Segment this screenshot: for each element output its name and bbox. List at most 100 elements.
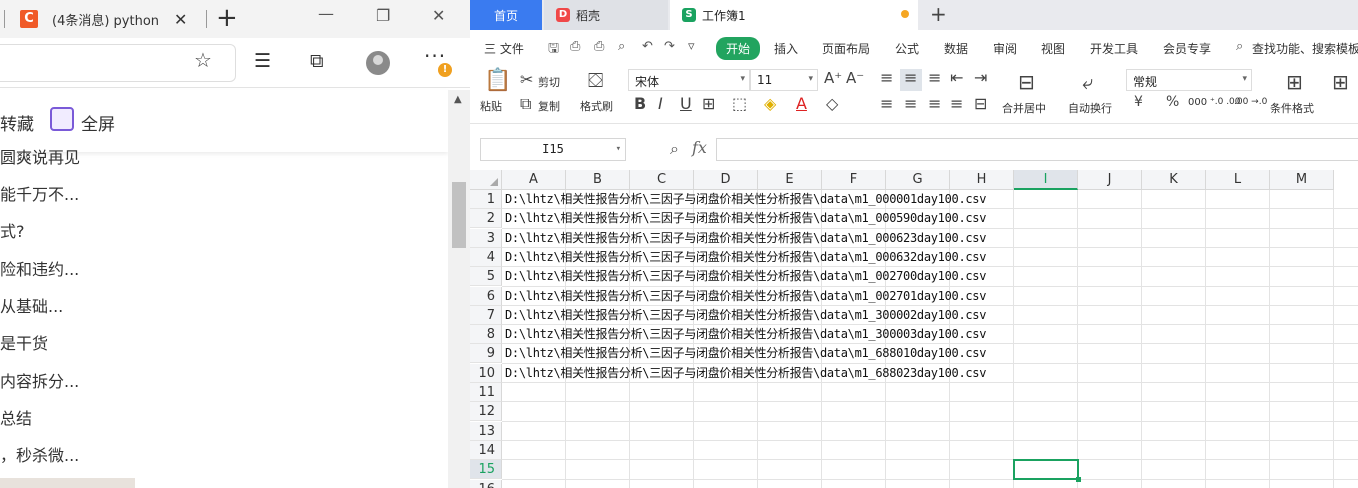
row-header-1[interactable]: 1 bbox=[470, 190, 502, 209]
new-tab-button[interactable]: + bbox=[216, 4, 238, 32]
feature-search-input[interactable]: 查找功能、搜索模板 bbox=[1252, 40, 1358, 57]
grow-font-button[interactable]: A⁺ bbox=[824, 69, 842, 87]
thousands-button[interactable]: 000 bbox=[1188, 97, 1207, 108]
cell-a7[interactable]: D:\lhtz\相关性报告分析\三因子与闭盘价相关性分析报告\data\m1_3… bbox=[505, 306, 986, 325]
formula-input[interactable] bbox=[716, 138, 1358, 161]
fullscreen-label[interactable]: 全屏 bbox=[81, 110, 115, 135]
column-header-m[interactable]: M bbox=[1270, 170, 1334, 190]
align-left-icon[interactable]: ≡ bbox=[880, 94, 893, 113]
cell-a2[interactable]: D:\lhtz\相关性报告分析\三因子与闭盘价相关性分析报告\data\m1_0… bbox=[505, 209, 986, 228]
tab-home[interactable]: 首页 bbox=[470, 0, 542, 30]
favorites-icon[interactable]: ☰ bbox=[254, 50, 271, 72]
row-header-4[interactable]: 4 bbox=[470, 247, 502, 267]
cut-icon[interactable]: ✂ bbox=[520, 70, 533, 89]
scroll-up-icon[interactable]: ▲ bbox=[454, 94, 462, 105]
decrease-decimal-button[interactable]: .00 →.0 bbox=[1234, 97, 1267, 107]
merge-center-icon[interactable]: ⊟ bbox=[1018, 70, 1035, 94]
article-link[interactable]: 圆爽说再见 bbox=[0, 144, 80, 168]
row-header-14[interactable]: 14 bbox=[470, 440, 502, 460]
article-thumbnail[interactable] bbox=[0, 478, 135, 488]
merge-center-button[interactable]: 合并居中 bbox=[1002, 100, 1046, 116]
quick-access-dropdown-icon[interactable]: ▿ bbox=[688, 39, 695, 54]
close-window-button[interactable]: ✕ bbox=[432, 6, 445, 25]
fill-color-icon[interactable]: ◈ bbox=[764, 94, 776, 113]
clear-format-icon[interactable]: ◇ bbox=[826, 94, 838, 113]
row-header-6[interactable]: 6 bbox=[470, 286, 502, 306]
wrap-text-icon[interactable]: ⤶ bbox=[1082, 70, 1093, 94]
row-header-5[interactable]: 5 bbox=[470, 267, 502, 287]
article-link[interactable]: 内容拆分... bbox=[0, 368, 79, 392]
cell-a1[interactable]: D:\lhtz\相关性报告分析\三因子与闭盘价相关性分析报告\data\m1_0… bbox=[505, 190, 986, 209]
underline-button[interactable]: U bbox=[680, 94, 692, 113]
restore-button[interactable]: ❐ bbox=[376, 6, 390, 25]
menu-membership[interactable]: 会员专享 bbox=[1163, 40, 1211, 57]
scrollbar-thumb[interactable] bbox=[452, 182, 466, 248]
align-center-icon[interactable]: ≡ bbox=[904, 94, 917, 113]
tab-docer[interactable]: D 稻壳 bbox=[544, 0, 668, 30]
article-link[interactable]: 总结 bbox=[0, 405, 32, 429]
conditional-format-icon[interactable]: ⊞ bbox=[1286, 70, 1303, 94]
row-header-11[interactable]: 11 bbox=[470, 383, 502, 402]
menu-review[interactable]: 审阅 bbox=[993, 40, 1017, 57]
column-header-f[interactable]: F bbox=[822, 170, 886, 190]
menu-insert[interactable]: 插入 bbox=[774, 40, 798, 57]
column-header-d[interactable]: D bbox=[694, 170, 758, 190]
name-box[interactable]: I15 ▾ bbox=[480, 138, 626, 161]
column-header-i[interactable]: I bbox=[1014, 170, 1078, 190]
column-header-k[interactable]: K bbox=[1142, 170, 1206, 190]
active-cell-cursor[interactable] bbox=[1013, 459, 1081, 483]
cell-style-icon[interactable]: ⬚ bbox=[732, 94, 747, 113]
select-all-corner[interactable] bbox=[470, 170, 502, 190]
fullscreen-icon[interactable] bbox=[50, 107, 74, 131]
column-header-a[interactable]: A bbox=[502, 170, 566, 190]
conditional-format-button[interactable]: 条件格式 bbox=[1270, 100, 1314, 116]
cell-a6[interactable]: D:\lhtz\相关性报告分析\三因子与闭盘价相关性分析报告\data\m1_0… bbox=[505, 287, 986, 306]
zoom-formula-icon[interactable]: ⌕ bbox=[670, 139, 679, 159]
menu-file[interactable]: 三 文件 bbox=[484, 40, 524, 57]
article-link[interactable]: 是干货 bbox=[0, 330, 48, 354]
percent-button[interactable]: % bbox=[1166, 94, 1179, 110]
indent-increase-icon[interactable]: ⇥ bbox=[974, 68, 987, 87]
align-top-icon[interactable]: ≡ bbox=[880, 68, 893, 87]
article-link[interactable]: ，秒杀微... bbox=[0, 442, 79, 466]
indent-decrease-icon[interactable]: ⇤ bbox=[950, 68, 963, 87]
undo-icon[interactable]: ↶ bbox=[642, 39, 653, 54]
align-middle-icon[interactable]: ≡ bbox=[904, 68, 917, 87]
minimize-button[interactable]: — bbox=[318, 4, 334, 23]
currency-button[interactable]: ¥ bbox=[1134, 94, 1143, 110]
column-header-l[interactable]: L bbox=[1206, 170, 1270, 190]
print-icon[interactable]: ⎙ bbox=[594, 39, 604, 54]
cell-a8[interactable]: D:\lhtz\相关性报告分析\三因子与闭盘价相关性分析报告\data\m1_3… bbox=[505, 325, 986, 344]
justify-icon[interactable]: ≡ bbox=[950, 94, 963, 113]
menu-home[interactable]: 开始 bbox=[716, 37, 761, 60]
copy-button[interactable]: 复制 bbox=[538, 98, 560, 114]
article-link[interactable]: 从基础... bbox=[0, 293, 63, 317]
align-right-icon[interactable]: ≡ bbox=[928, 94, 941, 113]
font-name-select[interactable]: 宋体 ▾ bbox=[628, 69, 750, 91]
tab-workbook[interactable]: S 工作簿1 bbox=[670, 0, 918, 30]
cell-a5[interactable]: D:\lhtz\相关性报告分析\三因子与闭盘价相关性分析报告\data\m1_0… bbox=[505, 267, 986, 286]
column-header-j[interactable]: J bbox=[1078, 170, 1142, 190]
wrap-text-button[interactable]: 自动换行 bbox=[1068, 100, 1112, 116]
bold-button[interactable]: B bbox=[634, 94, 646, 113]
add-favorite-icon[interactable]: ☆ bbox=[194, 48, 212, 72]
cell-a9[interactable]: D:\lhtz\相关性报告分析\三因子与闭盘价相关性分析报告\data\m1_6… bbox=[505, 344, 986, 363]
tab-close-icon[interactable]: ✕ bbox=[174, 10, 187, 29]
cell-a10[interactable]: D:\lhtz\相关性报告分析\三因子与闭盘价相关性分析报告\data\m1_6… bbox=[505, 364, 986, 383]
border-icon[interactable]: ⊞ bbox=[702, 94, 715, 113]
number-format-select[interactable]: 常规 ▾ bbox=[1126, 69, 1252, 91]
column-header-e[interactable]: E bbox=[758, 170, 822, 190]
spreadsheet-grid[interactable]: ABCDEFGHIJKLM 12345678910111213141516 D:… bbox=[470, 170, 1358, 488]
profile-avatar[interactable] bbox=[366, 51, 390, 75]
menu-developer[interactable]: 开发工具 bbox=[1090, 40, 1138, 57]
column-header-h[interactable]: H bbox=[950, 170, 1014, 190]
export-icon[interactable]: ⎙ bbox=[570, 39, 580, 54]
print-preview-icon[interactable]: ⌕ bbox=[618, 39, 625, 54]
redo-icon[interactable]: ↷ bbox=[664, 39, 675, 54]
cell-a4[interactable]: D:\lhtz\相关性报告分析\三因子与闭盘价相关性分析报告\data\m1_0… bbox=[505, 248, 986, 267]
format-painter-button[interactable]: 格式刷 bbox=[580, 98, 613, 114]
new-document-button[interactable]: + bbox=[930, 2, 947, 26]
menu-data[interactable]: 数据 bbox=[944, 40, 968, 57]
table-style-icon[interactable]: ⊞ bbox=[1332, 70, 1349, 94]
browser-tab-active[interactable]: C (4条消息) python ✕ bbox=[12, 2, 202, 36]
